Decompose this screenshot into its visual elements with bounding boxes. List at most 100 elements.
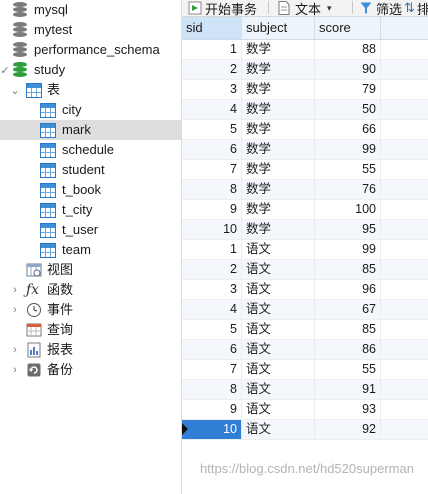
chevron-right-icon[interactable]: › <box>10 340 20 360</box>
cell-sid[interactable]: 10 <box>182 220 242 239</box>
cell-sid[interactable]: 10 <box>182 420 242 439</box>
cell-subject[interactable]: 数学 <box>242 220 315 239</box>
db-item-mysql[interactable]: mysql <box>0 0 181 20</box>
cell-score[interactable]: 86 <box>315 340 381 359</box>
cell-subject[interactable]: 语文 <box>242 360 315 379</box>
data-grid[interactable]: sid subject score 1 数学 88 2 数学 90 3 数学 79 4 数学 50 5 数… <box>182 17 428 494</box>
table-row[interactable]: 1 语文 99 <box>182 240 428 260</box>
table-item-t-book[interactable]: t_book <box>0 180 181 200</box>
cell-subject[interactable]: 数学 <box>242 80 315 99</box>
sort-button[interactable]: ⇅ 排 <box>404 0 428 16</box>
cell-sid[interactable]: 6 <box>182 340 242 359</box>
table-item-city[interactable]: city <box>0 100 181 120</box>
table-row[interactable]: 6 语文 86 <box>182 340 428 360</box>
db-item-performance-schema[interactable]: performance_schema <box>0 40 181 60</box>
table-row[interactable]: 8 语文 91 <box>182 380 428 400</box>
cell-score[interactable]: 93 <box>315 400 381 419</box>
table-row[interactable]: 5 数学 66 <box>182 120 428 140</box>
cell-sid[interactable]: 7 <box>182 360 242 379</box>
cell-subject[interactable]: 数学 <box>242 160 315 179</box>
db-item-study[interactable]: ✓ study <box>0 60 181 80</box>
queries-group[interactable]: 查询 <box>0 320 181 340</box>
cell-sid[interactable]: 3 <box>182 280 242 299</box>
cell-score[interactable]: 91 <box>315 380 381 399</box>
cell-score[interactable]: 99 <box>315 240 381 259</box>
cell-score[interactable]: 92 <box>315 420 381 439</box>
cell-score[interactable]: 66 <box>315 120 381 139</box>
table-row[interactable]: 10 语文 92 <box>182 420 428 440</box>
table-row[interactable]: 4 数学 50 <box>182 100 428 120</box>
cell-sid[interactable]: 3 <box>182 80 242 99</box>
tables-group[interactable]: ⌄ 表 <box>0 80 181 100</box>
chevron-right-icon[interactable]: › <box>10 280 20 300</box>
cell-sid[interactable]: 5 <box>182 320 242 339</box>
cell-sid[interactable]: 8 <box>182 380 242 399</box>
column-header-subject[interactable]: subject <box>242 17 315 39</box>
cell-sid[interactable]: 5 <box>182 120 242 139</box>
cell-subject[interactable]: 语文 <box>242 280 315 299</box>
table-row[interactable]: 2 数学 90 <box>182 60 428 80</box>
table-row[interactable]: 3 语文 96 <box>182 280 428 300</box>
table-item-team[interactable]: team <box>0 240 181 260</box>
cell-score[interactable]: 88 <box>315 40 381 59</box>
chevron-down-icon[interactable]: ⌄ <box>10 80 20 100</box>
cell-score[interactable]: 90 <box>315 60 381 79</box>
cell-score[interactable]: 100 <box>315 200 381 219</box>
column-header-score[interactable]: score <box>315 17 381 39</box>
cell-subject[interactable]: 数学 <box>242 60 315 79</box>
cell-sid[interactable]: 4 <box>182 100 242 119</box>
table-row[interactable]: 7 数学 55 <box>182 160 428 180</box>
cell-score[interactable]: 50 <box>315 100 381 119</box>
column-header-sid[interactable]: sid <box>182 17 242 39</box>
table-item-t-user[interactable]: t_user <box>0 220 181 240</box>
cell-subject[interactable]: 数学 <box>242 140 315 159</box>
chevron-right-icon[interactable]: › <box>10 360 20 380</box>
table-item-student[interactable]: student <box>0 160 181 180</box>
cell-sid[interactable]: 4 <box>182 300 242 319</box>
cell-subject[interactable]: 语文 <box>242 260 315 279</box>
backups-group[interactable]: › 备份 <box>0 360 181 380</box>
cell-subject[interactable]: 数学 <box>242 200 315 219</box>
begin-transaction-button[interactable]: 开始事务 <box>188 0 257 16</box>
cell-sid[interactable]: 1 <box>182 40 242 59</box>
table-row[interactable]: 4 语文 67 <box>182 300 428 320</box>
table-row[interactable]: 3 数学 79 <box>182 80 428 100</box>
text-view-button[interactable]: 文本 ▾ <box>278 0 332 16</box>
cell-score[interactable]: 79 <box>315 80 381 99</box>
cell-sid[interactable]: 2 <box>182 60 242 79</box>
cell-sid[interactable]: 9 <box>182 400 242 419</box>
cell-subject[interactable]: 语文 <box>242 380 315 399</box>
chevron-right-icon[interactable]: › <box>10 300 20 320</box>
table-row[interactable]: 1 数学 88 <box>182 40 428 60</box>
cell-subject[interactable]: 语文 <box>242 300 315 319</box>
cell-sid[interactable]: 6 <box>182 140 242 159</box>
db-item-mytest[interactable]: mytest <box>0 20 181 40</box>
cell-subject[interactable]: 语文 <box>242 420 315 439</box>
cell-subject[interactable]: 语文 <box>242 320 315 339</box>
cell-subject[interactable]: 数学 <box>242 40 315 59</box>
table-row[interactable]: 10 数学 95 <box>182 220 428 240</box>
table-item-mark[interactable]: mark <box>0 120 181 140</box>
reports-group[interactable]: › 报表 <box>0 340 181 360</box>
cell-score[interactable]: 76 <box>315 180 381 199</box>
cell-sid[interactable]: 9 <box>182 200 242 219</box>
table-row[interactable]: 9 数学 100 <box>182 200 428 220</box>
events-group[interactable]: › 事件 <box>0 300 181 320</box>
cell-subject[interactable]: 语文 <box>242 340 315 359</box>
cell-score[interactable]: 95 <box>315 220 381 239</box>
table-row[interactable]: 9 语文 93 <box>182 400 428 420</box>
cell-subject[interactable]: 语文 <box>242 400 315 419</box>
cell-score[interactable]: 55 <box>315 160 381 179</box>
cell-subject[interactable]: 语文 <box>242 240 315 259</box>
cell-subject[interactable]: 数学 <box>242 100 315 119</box>
filter-button[interactable]: 筛选 <box>360 0 402 16</box>
cell-subject[interactable]: 数学 <box>242 120 315 139</box>
views-group[interactable]: 视图 <box>0 260 181 280</box>
functions-group[interactable]: › ƒx 函数 <box>0 280 181 300</box>
table-row[interactable]: 5 语文 85 <box>182 320 428 340</box>
cell-score[interactable]: 67 <box>315 300 381 319</box>
table-row[interactable]: 2 语文 85 <box>182 260 428 280</box>
table-row[interactable]: 6 数学 99 <box>182 140 428 160</box>
cell-score[interactable]: 55 <box>315 360 381 379</box>
cell-score[interactable]: 99 <box>315 140 381 159</box>
